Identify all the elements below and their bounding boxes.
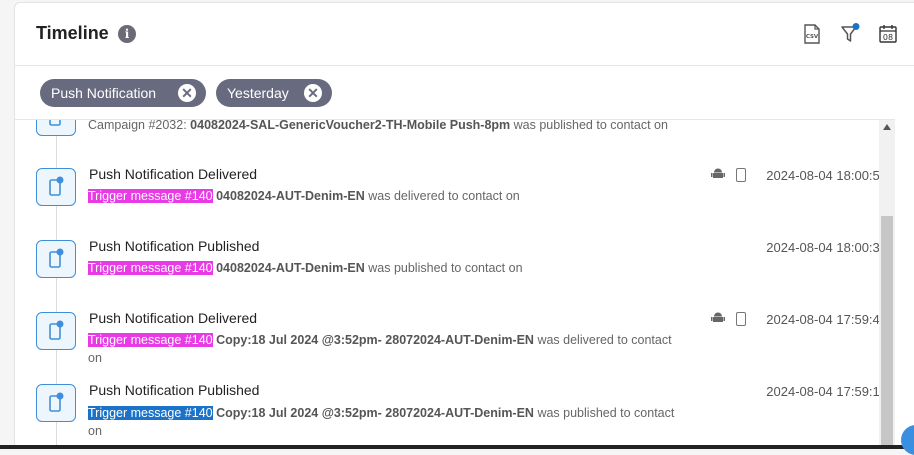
- event-suffix-wrap: on: [88, 424, 102, 438]
- timeline-header: Timeline i CSV 08: [15, 3, 914, 66]
- event-timestamp: 2024-08-04 17:59:49: [766, 312, 887, 327]
- campaign-prefix: Campaign #2032:: [88, 119, 187, 132]
- event-title: Push Notification Delivered: [89, 166, 258, 182]
- scroll-up-arrow-icon[interactable]: [883, 124, 891, 130]
- message-name[interactable]: Copy:18 Jul 2024 @3:52pm- 28072024-AUT-D…: [216, 333, 534, 347]
- trigger-message-tag-selected[interactable]: Trigger message #140: [88, 406, 213, 420]
- filter-chip-push-notification: Push Notification ✕: [40, 79, 206, 107]
- filter-chip-yesterday: Yesterday ✕: [216, 79, 332, 107]
- close-icon[interactable]: ✕: [304, 84, 322, 102]
- timeline-list[interactable]: Campaign #2032: 04082024-SAL-GenericVouc…: [15, 119, 895, 448]
- mobile-push-icon: [36, 240, 76, 278]
- page-title: Timeline: [36, 23, 109, 43]
- event-timestamp: 2024-08-04 18:00:30: [766, 240, 887, 255]
- event-timestamp: 2024-08-04 17:59:18: [766, 384, 887, 399]
- android-icon: [711, 167, 725, 186]
- mobile-push-icon: [36, 120, 76, 136]
- event-title: Push Notification Published: [89, 238, 260, 254]
- event-suffix: was published to contact: [537, 406, 675, 420]
- event-suffix-wrap: on: [88, 351, 102, 365]
- trigger-message-tag[interactable]: Trigger message #140: [88, 333, 213, 347]
- mobile-push-icon: [36, 168, 76, 206]
- android-icon: [711, 311, 725, 330]
- event-suffix: was delivered to contact: [537, 333, 672, 347]
- event-description: Trigger message #140 Copy:18 Jul 2024 @3…: [88, 331, 703, 367]
- mobile-device-icon: [736, 312, 746, 326]
- filter-active-dot: [852, 23, 860, 30]
- trigger-message-tag[interactable]: Trigger message #140: [88, 189, 213, 203]
- csv-label: CSV: [806, 34, 819, 40]
- window-bottom-edge: [0, 445, 914, 449]
- event-title: Push Notification Published: [89, 382, 260, 398]
- event-description: Trigger message #140 04082024-AUT-Denim-…: [88, 259, 703, 277]
- event-timestamp: 2024-08-04 18:00:54: [766, 168, 887, 183]
- filter-chip-label: Yesterday: [227, 85, 289, 101]
- event-suffix: was published to contact on: [368, 261, 523, 275]
- csv-export-icon[interactable]: CSV: [801, 23, 823, 45]
- message-name[interactable]: 04082024-AUT-Denim-EN: [216, 189, 365, 203]
- message-name[interactable]: 04082024-AUT-Denim-EN: [216, 261, 365, 275]
- filter-chip-label: Push Notification: [51, 85, 157, 101]
- trigger-message-tag[interactable]: Trigger message #140: [88, 261, 213, 275]
- timeline-panel: Timeline i CSV 08 Push Notification ✕ Ye…: [14, 2, 914, 449]
- event-suffix: was delivered to contact on: [368, 189, 520, 203]
- scrollbar-thumb[interactable]: [881, 216, 893, 448]
- event-description: Trigger message #140 Copy:18 Jul 2024 @3…: [88, 404, 703, 440]
- event-description: Trigger message #140 04082024-AUT-Denim-…: [88, 187, 703, 205]
- campaign-name[interactable]: 04082024-SAL-GenericVoucher2-TH-Mobile P…: [190, 120, 510, 132]
- message-name[interactable]: Copy:18 Jul 2024 @3:52pm- 28072024-AUT-D…: [216, 406, 534, 420]
- mobile-device-icon: [736, 168, 746, 182]
- mobile-push-icon: [36, 312, 76, 350]
- info-icon[interactable]: i: [118, 25, 136, 43]
- filter-icon[interactable]: [839, 23, 861, 45]
- close-icon[interactable]: ✕: [178, 84, 196, 102]
- event-suffix: was published to contact on: [513, 119, 668, 132]
- calendar-date-label: 08: [883, 33, 893, 42]
- scrollbar[interactable]: [879, 120, 895, 448]
- calendar-icon[interactable]: 08: [877, 23, 899, 45]
- event-description: Campaign #2032: 04082024-SAL-GenericVouc…: [88, 119, 703, 134]
- event-title: Push Notification Delivered: [89, 310, 258, 326]
- mobile-push-icon: [36, 384, 76, 422]
